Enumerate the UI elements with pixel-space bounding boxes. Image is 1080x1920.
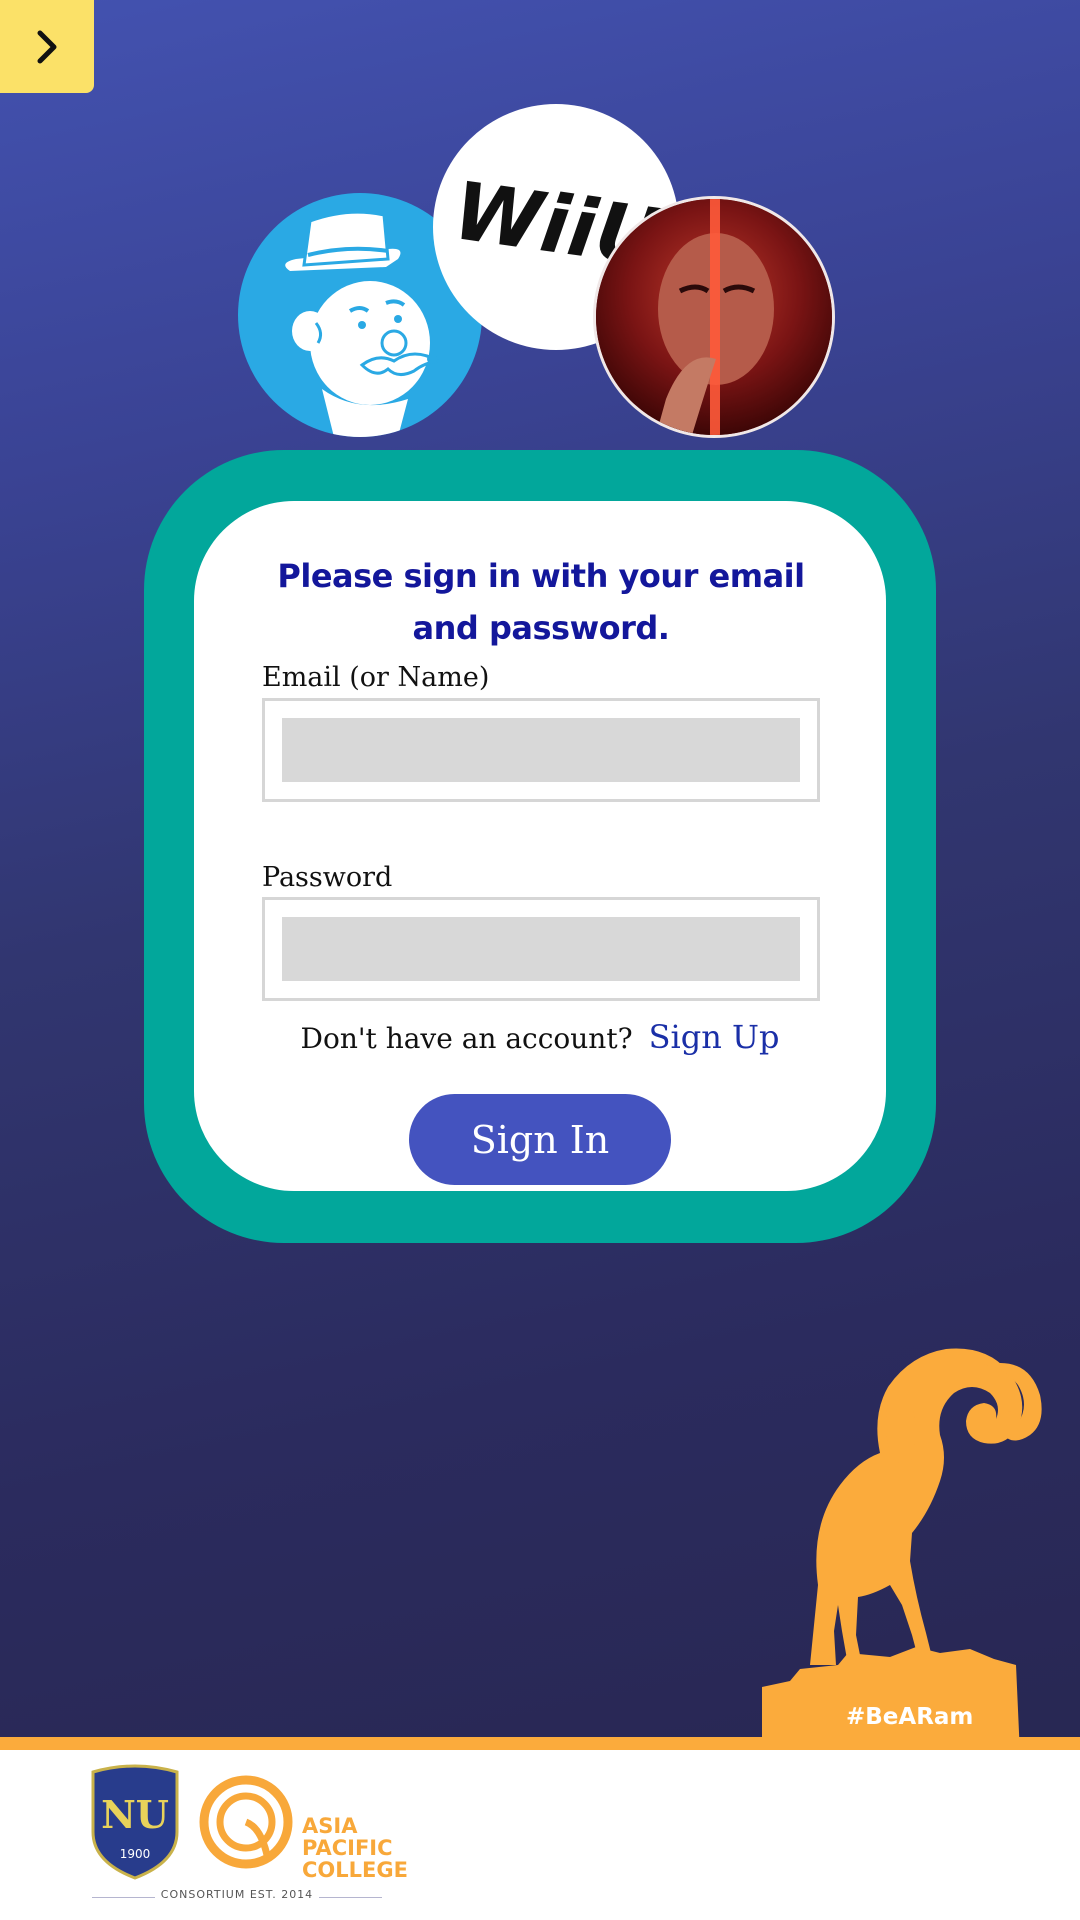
sign-in-button[interactable]: Sign In xyxy=(409,1094,671,1185)
password-input[interactable] xyxy=(282,917,800,981)
apc-name: ASIA PACIFIC COLLEGE xyxy=(302,1814,408,1882)
email-label: Email (or Name) xyxy=(262,662,490,693)
svg-text:1900: 1900 xyxy=(120,1847,151,1861)
login-heading: Please sign in with your email and passw… xyxy=(277,557,805,647)
menu-toggle-button[interactable] xyxy=(0,0,94,93)
chevron-right-icon xyxy=(37,30,57,63)
nu-crest-logo: NU 1900 xyxy=(91,1764,179,1880)
svg-text:NU: NU xyxy=(101,1792,169,1837)
no-account-text: Don't have an account? xyxy=(300,1022,633,1055)
signup-link[interactable]: Sign Up xyxy=(649,1018,780,1056)
apc-swirl-logo xyxy=(199,1775,293,1869)
password-field-frame xyxy=(262,897,820,1001)
consortium-text: CONSORTIUM EST. 2014 xyxy=(92,1888,382,1901)
email-input[interactable] xyxy=(282,718,800,782)
signup-prompt: Don't have an account? Sign Up xyxy=(262,1018,818,1056)
password-label: Password xyxy=(262,862,393,893)
hashtag-text: #BeARam xyxy=(846,1704,974,1730)
footer-accent-strip xyxy=(0,1737,1080,1751)
email-field-frame xyxy=(262,698,820,802)
tekken-icon xyxy=(593,196,835,438)
ram-mascot-icon xyxy=(762,1348,1042,1755)
